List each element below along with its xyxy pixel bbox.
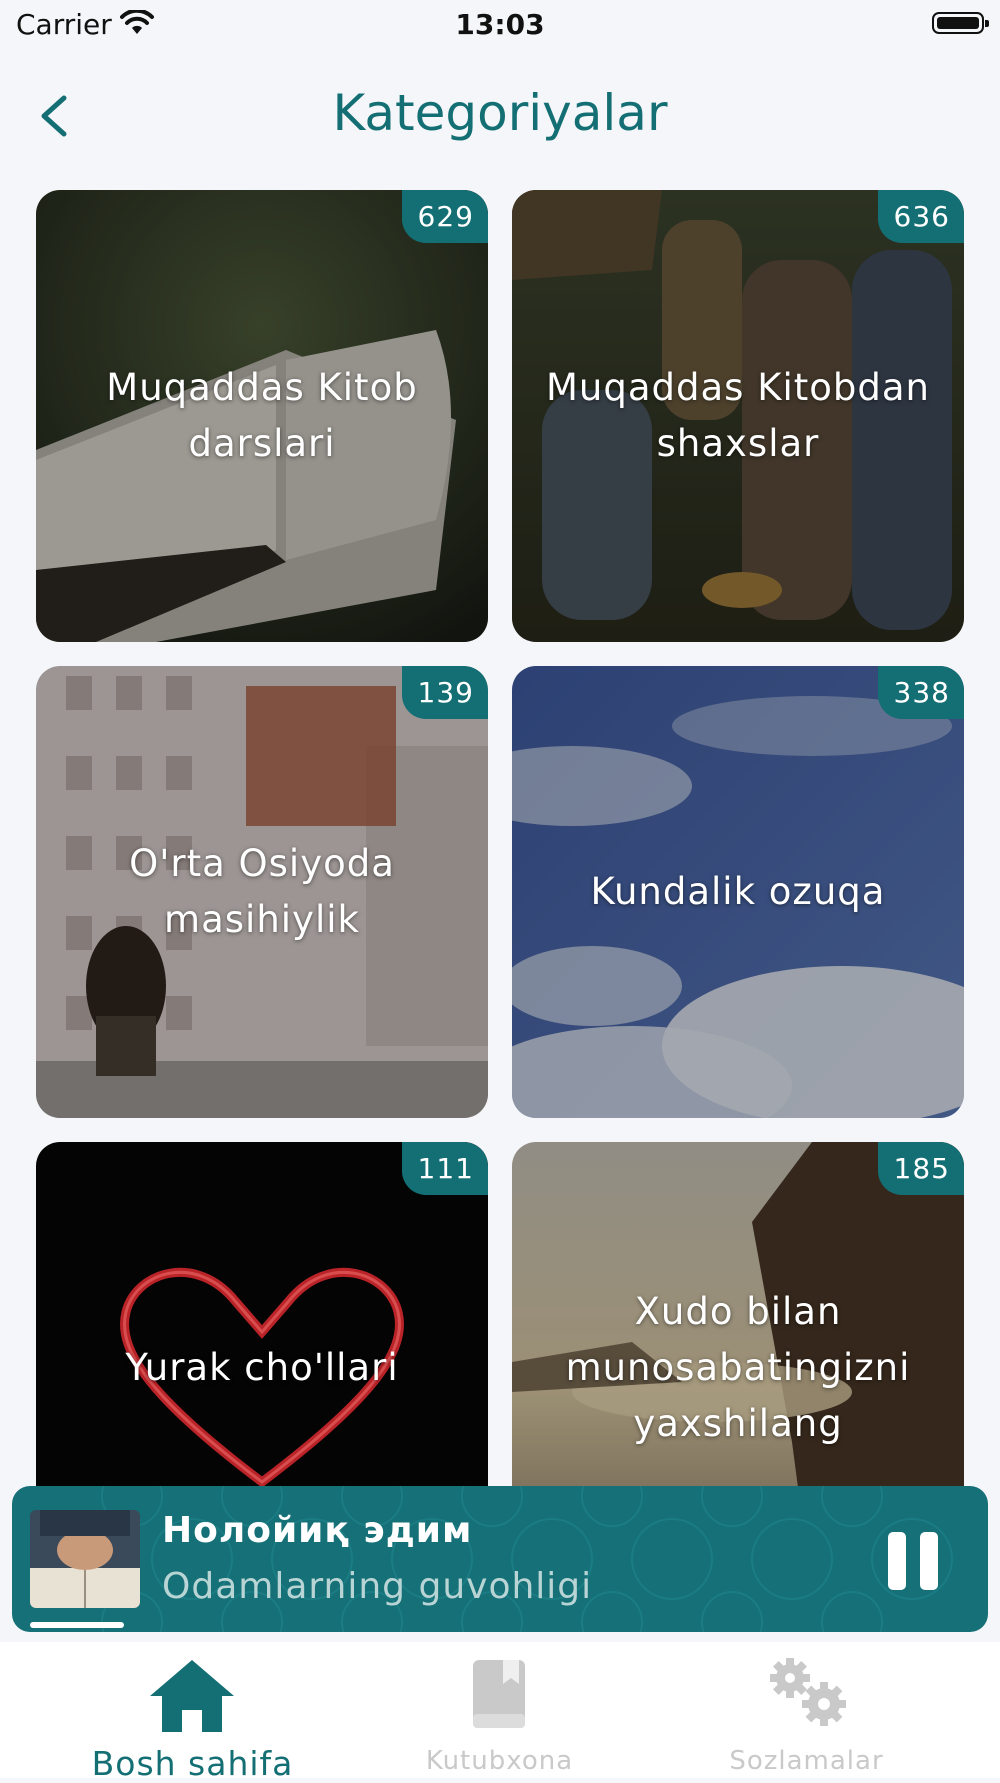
progress-fill [30, 1622, 124, 1628]
category-title: Muqaddas Kitobdan shaxslar [545, 366, 930, 465]
settings-gears-icon [770, 1658, 846, 1726]
category-card[interactable]: Kundalik ozuqa 338 [512, 666, 964, 1118]
tab-library[interactable]: Kutubxona [333, 1642, 666, 1778]
count-badge: 111 [401, 1142, 488, 1195]
category-title: O'rta Osiyoda masihiylik [129, 842, 395, 941]
nav-header: Kategoriyalar [0, 70, 1000, 162]
tab-settings[interactable]: Sozlamalar [640, 1642, 973, 1778]
count-badge: 185 [877, 1142, 964, 1195]
pause-button[interactable] [888, 1532, 940, 1590]
tab-label: Kutubxona [425, 1746, 574, 1776]
count-badge: 139 [401, 666, 488, 719]
category-grid: Muqaddas Kitob darslari 629 Muqaddas Kit… [36, 190, 964, 1594]
pause-icon [888, 1532, 906, 1590]
tab-home[interactable]: Bosh sahifa [26, 1642, 359, 1783]
category-card[interactable]: Muqaddas Kitob darslari 629 [36, 190, 488, 642]
count-badge: 636 [877, 190, 964, 243]
category-title: Muqaddas Kitob darslari [106, 366, 418, 465]
track-title: Нолойиқ эдим [162, 1510, 473, 1551]
status-bar: Carrier 13:03 [0, 0, 1000, 52]
tab-bar: Bosh sahifa Kutubxona Sozlamalar [0, 1642, 1000, 1783]
count-badge: 629 [401, 190, 488, 243]
tab-label: Sozlamalar [729, 1746, 884, 1776]
home-icon [150, 1660, 234, 1732]
clock: 13:03 [455, 8, 545, 41]
library-book-icon [473, 1660, 525, 1728]
player-background-pattern [31, 1486, 953, 1632]
mini-player[interactable]: Нолойиқ эдим Odamlarning guvohligi [12, 1486, 988, 1632]
category-card[interactable]: Muqaddas Kitobdan shaxslar 636 [512, 190, 964, 642]
progress-bar [30, 1622, 970, 1628]
tab-label: Bosh sahifa [91, 1744, 294, 1783]
page-title: Kategoriyalar [332, 84, 668, 142]
track-artwork [30, 1510, 140, 1608]
track-subtitle: Odamlarning guvohligi [162, 1566, 593, 1607]
battery-icon [932, 12, 989, 34]
count-badge: 338 [877, 666, 964, 719]
category-card[interactable]: O'rta Osiyoda masihiylik 139 [36, 666, 488, 1118]
category-title: Kundalik ozuqa [590, 870, 886, 913]
